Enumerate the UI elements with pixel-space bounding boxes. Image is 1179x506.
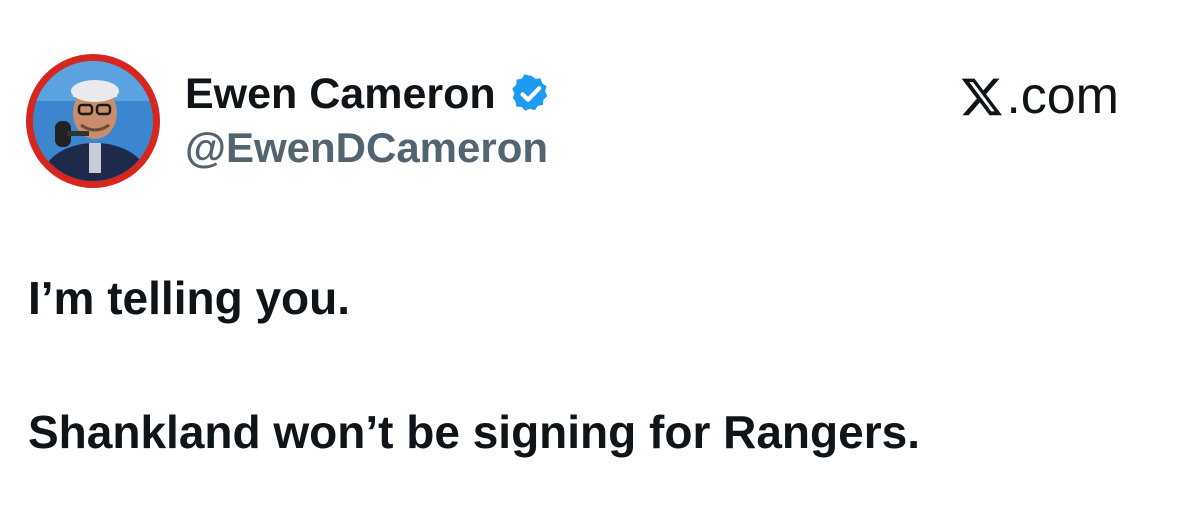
x-logo-icon (960, 74, 1004, 118)
avatar-illustration (33, 61, 153, 181)
avatar[interactable] (26, 54, 160, 188)
tweet-text-line-2: Shankland won’t be signing for Rangers. (28, 406, 920, 458)
verified-badge-icon (510, 73, 552, 115)
avatar-photo (33, 61, 153, 181)
display-name-text: Ewen Cameron (185, 70, 496, 118)
site-label: .com (960, 66, 1119, 126)
author-handle[interactable]: @EwenDCameron (185, 122, 548, 174)
site-domain-text: .com (1006, 67, 1119, 125)
author-display-name[interactable]: Ewen Cameron (185, 68, 552, 120)
tweet-text-line-1: I’m telling you. (28, 272, 351, 324)
